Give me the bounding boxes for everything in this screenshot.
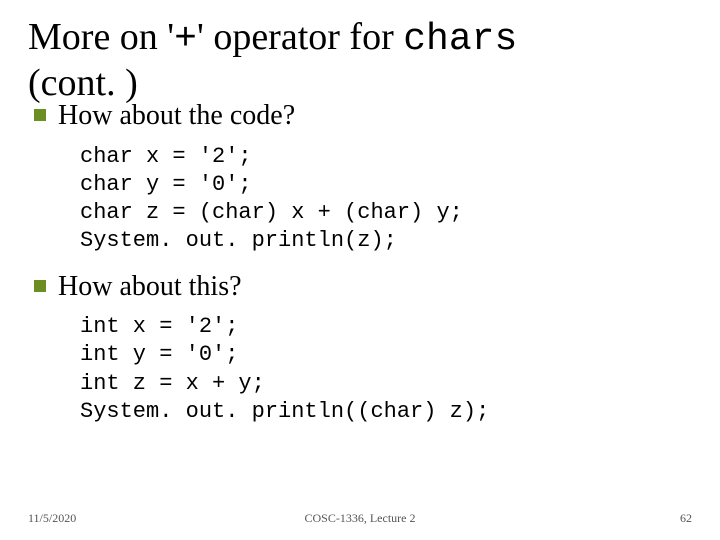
footer-page: 62 — [680, 511, 692, 526]
bullet-item-2: How about this? — [28, 270, 692, 304]
bullet-text-2: How about this? — [58, 270, 242, 304]
footer-center: COSC-1336, Lecture 2 — [0, 511, 720, 526]
slide: More on '+' operator for chars (cont. ) … — [0, 0, 720, 540]
square-bullet-icon — [34, 109, 46, 121]
title-chars: chars — [403, 18, 517, 61]
square-bullet-icon — [34, 280, 46, 292]
code-block-1: char x = '2'; char y = '0'; char z = (ch… — [80, 143, 692, 256]
title-mid: ' operator for — [197, 16, 403, 58]
title-plus: + — [174, 18, 197, 61]
bullet-item-1: How about the code? — [28, 99, 692, 133]
title-cont: (cont. ) — [28, 62, 138, 104]
title-pre: More on ' — [28, 16, 174, 58]
slide-title: More on '+' operator for chars (cont. ) — [28, 16, 692, 105]
bullet-text-1: How about the code? — [58, 99, 295, 133]
code-block-2: int x = '2'; int y = '0'; int z = x + y;… — [80, 313, 692, 426]
